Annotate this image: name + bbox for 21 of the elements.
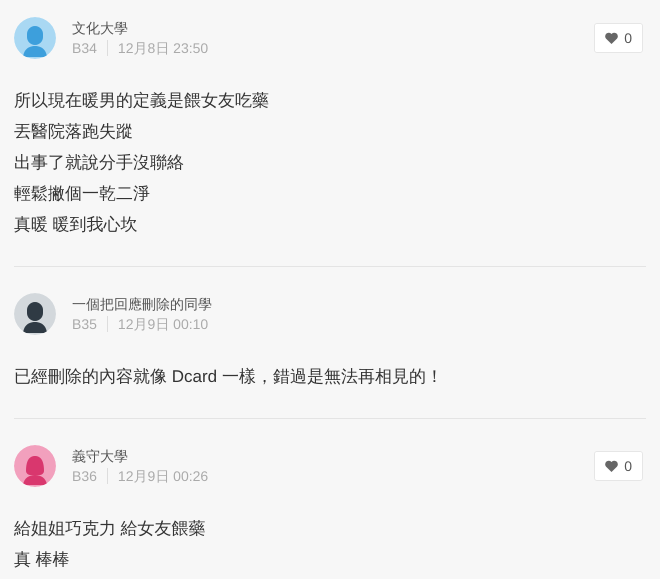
comment-text: 輕鬆撇個一乾二淨 (14, 183, 150, 205)
like-button[interactable]: 0 (594, 23, 643, 53)
comment-text: 真暖 暖到我心坎 (14, 214, 138, 236)
floor-number: B34 (72, 39, 97, 58)
post-time: 12月8日 23:50 (118, 39, 208, 58)
comment-text: 已經刪除的內容就像 Dcard 一樣，錯過是無法再相見的！ (14, 366, 443, 388)
heart-icon (605, 460, 618, 472)
comment-text: 真 棒棒 (14, 549, 70, 571)
author-name: 一個把回應刪除的同學 (72, 295, 213, 314)
comment-text: 出事了就說分手沒聯絡 (14, 152, 184, 174)
post-time: 12月9日 00:26 (118, 467, 208, 486)
heart-icon (605, 32, 618, 44)
comment-text: 給姐姐巧克力 給女友餵藥 (14, 518, 206, 540)
comment-text: 丟醫院落跑失蹤 (14, 121, 133, 143)
author-name: 義守大學 (72, 447, 129, 466)
floor-number: B35 (72, 315, 97, 334)
comment-text: 所以現在暖男的定義是餵女友吃藥 (14, 90, 269, 112)
post-time: 12月9日 00:10 (118, 315, 208, 334)
floor-number: B36 (72, 467, 97, 486)
author-name: 文化大學 (72, 19, 129, 38)
like-button[interactable]: 0 (594, 451, 643, 481)
